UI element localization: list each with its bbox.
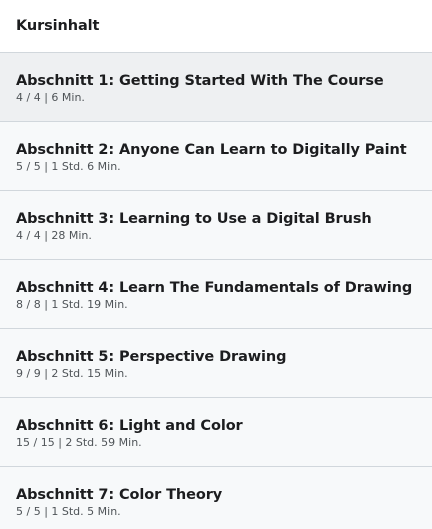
section-progress-duration: 4 / 4 | 28 Min.: [16, 229, 92, 242]
section-progress-duration: 9 / 9 | 2 Std. 15 Min.: [16, 367, 128, 380]
section-title: Abschnitt 7: Color Theory: [16, 487, 223, 503]
section-title: Abschnitt 5: Perspective Drawing: [16, 349, 287, 365]
course-content-panel: Kursinhalt Abschnitt 1: Getting Started …: [0, 0, 432, 529]
section-item-2[interactable]: Abschnitt 2: Anyone Can Learn to Digital…: [0, 122, 432, 191]
section-title: Abschnitt 1: Getting Started With The Co…: [16, 73, 384, 89]
section-progress-duration: 4 / 4 | 6 Min.: [16, 91, 85, 104]
section-item-7[interactable]: Abschnitt 7: Color Theory 5 / 5 | 1 Std.…: [0, 467, 432, 529]
section-title: Abschnitt 4: Learn The Fundamentals of D…: [16, 280, 413, 296]
section-item-1[interactable]: Abschnitt 1: Getting Started With The Co…: [0, 53, 432, 122]
section-title: Abschnitt 3: Learning to Use a Digital B…: [16, 211, 372, 227]
section-title: Abschnitt 6: Light and Color: [16, 418, 243, 434]
course-content-title: Kursinhalt: [16, 18, 100, 34]
section-item-6[interactable]: Abschnitt 6: Light and Color 15 / 15 | 2…: [0, 398, 432, 467]
section-progress-duration: 5 / 5 | 1 Std. 6 Min.: [16, 160, 121, 173]
course-content-header: Kursinhalt: [0, 0, 432, 53]
section-progress-duration: 15 / 15 | 2 Std. 59 Min.: [16, 436, 142, 449]
section-progress-duration: 5 / 5 | 1 Std. 5 Min.: [16, 505, 121, 518]
section-item-5[interactable]: Abschnitt 5: Perspective Drawing 9 / 9 |…: [0, 329, 432, 398]
section-progress-duration: 8 / 8 | 1 Std. 19 Min.: [16, 298, 128, 311]
section-item-4[interactable]: Abschnitt 4: Learn The Fundamentals of D…: [0, 260, 432, 329]
section-item-3[interactable]: Abschnitt 3: Learning to Use a Digital B…: [0, 191, 432, 260]
section-title: Abschnitt 2: Anyone Can Learn to Digital…: [16, 142, 407, 158]
